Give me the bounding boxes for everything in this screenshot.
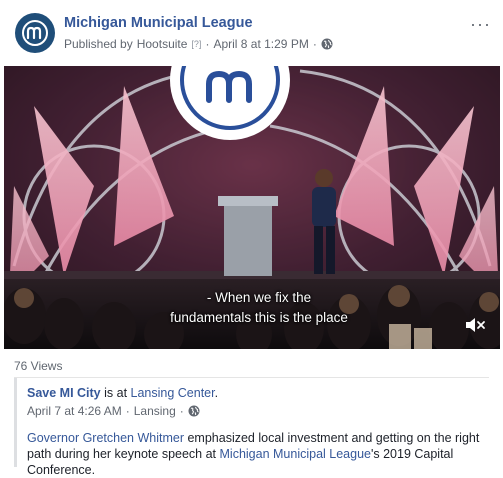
- video-subtitle: - When we fix the fundamentals this is t…: [154, 288, 364, 328]
- subtitle-line-1: - When we fix the: [206, 290, 312, 305]
- globe-icon: [188, 405, 200, 417]
- video-player[interactable]: - When we fix the fundamentals this is t…: [4, 66, 500, 349]
- facebook-post-card: Michigan Municipal League Published by H…: [0, 0, 503, 477]
- more-options-button[interactable]: ···: [470, 14, 491, 35]
- is-at-text: is at: [100, 386, 131, 400]
- globe-icon: [321, 38, 333, 50]
- subtitle-line-2: fundamentals this is the place: [170, 310, 348, 325]
- post-header: Michigan Municipal League Published by H…: [0, 0, 503, 66]
- governor-link[interactable]: Governor Gretchen Whitmer: [27, 431, 184, 445]
- view-count[interactable]: 76 Views: [14, 359, 62, 373]
- meta-separator: ·: [312, 37, 317, 51]
- page-name-link[interactable]: Michigan Municipal League: [64, 15, 253, 31]
- shared-post-text: Governor Gretchen Whitmer emphasized loc…: [27, 430, 497, 478]
- publisher-help-link[interactable]: [?]: [191, 39, 201, 49]
- shared-date-link[interactable]: April 7 at 4:26 AM: [27, 404, 122, 418]
- meta-separator: ·: [125, 404, 130, 418]
- shared-meta: April 7 at 4:26 AM · Lansing ·: [27, 404, 200, 418]
- meta-separator: ·: [179, 404, 184, 418]
- mml-logo-icon: [22, 20, 48, 46]
- shared-header: Save MI City is at Lansing Center.: [27, 386, 218, 400]
- shared-post: Save MI City is at Lansing Center. April…: [14, 378, 494, 477]
- mml-link[interactable]: Michigan Municipal League: [220, 447, 371, 461]
- city-link[interactable]: Lansing: [134, 404, 176, 418]
- post-meta: Published by Hootsuite [?] · April 8 at …: [64, 37, 333, 51]
- location-link[interactable]: Lansing Center: [131, 386, 215, 400]
- meta-separator: ·: [205, 37, 210, 51]
- publisher-link[interactable]: Hootsuite: [137, 37, 188, 51]
- quote-bar: [14, 378, 17, 467]
- mute-icon[interactable]: [464, 316, 486, 334]
- page-avatar[interactable]: [15, 13, 55, 53]
- post-date-link[interactable]: April 8 at 1:29 PM: [213, 37, 308, 51]
- published-by-label: Published by: [64, 37, 133, 51]
- period-text: .: [214, 386, 219, 400]
- shared-author-link[interactable]: Save MI City: [27, 386, 101, 400]
